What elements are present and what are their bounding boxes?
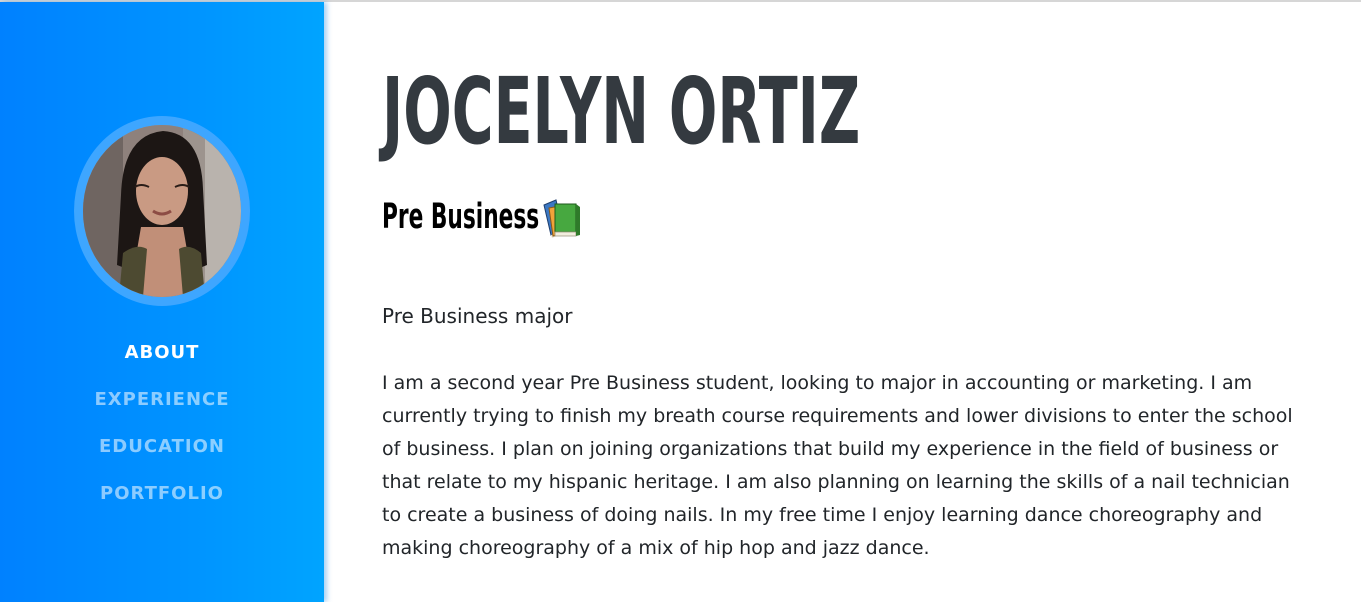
nav-item-experience[interactable]: EXPERIENCE — [0, 385, 324, 432]
subtitle-text: Pre Business — [382, 197, 540, 237]
nav-item-about[interactable]: ABOUT — [0, 338, 324, 385]
nav-item-portfolio[interactable]: PORTFOLIO — [0, 479, 324, 526]
avatar — [83, 125, 241, 297]
books-icon — [540, 196, 584, 238]
page-title: JOCELYN ORTIZ — [382, 58, 861, 165]
subtitle: Pre Business — [382, 196, 584, 238]
avatar-ring — [74, 116, 250, 306]
avatar-photo — [83, 125, 241, 297]
sidebar-nav: ABOUT EXPERIENCE EDUCATION PORTFOLIO — [0, 338, 324, 526]
sidebar: ABOUT EXPERIENCE EDUCATION PORTFOLIO — [0, 2, 324, 602]
bio-paragraph: I am a second year Pre Business student,… — [382, 372, 1293, 559]
major-text: Pre Business major — [382, 304, 573, 328]
nav-item-education[interactable]: EDUCATION — [0, 432, 324, 479]
